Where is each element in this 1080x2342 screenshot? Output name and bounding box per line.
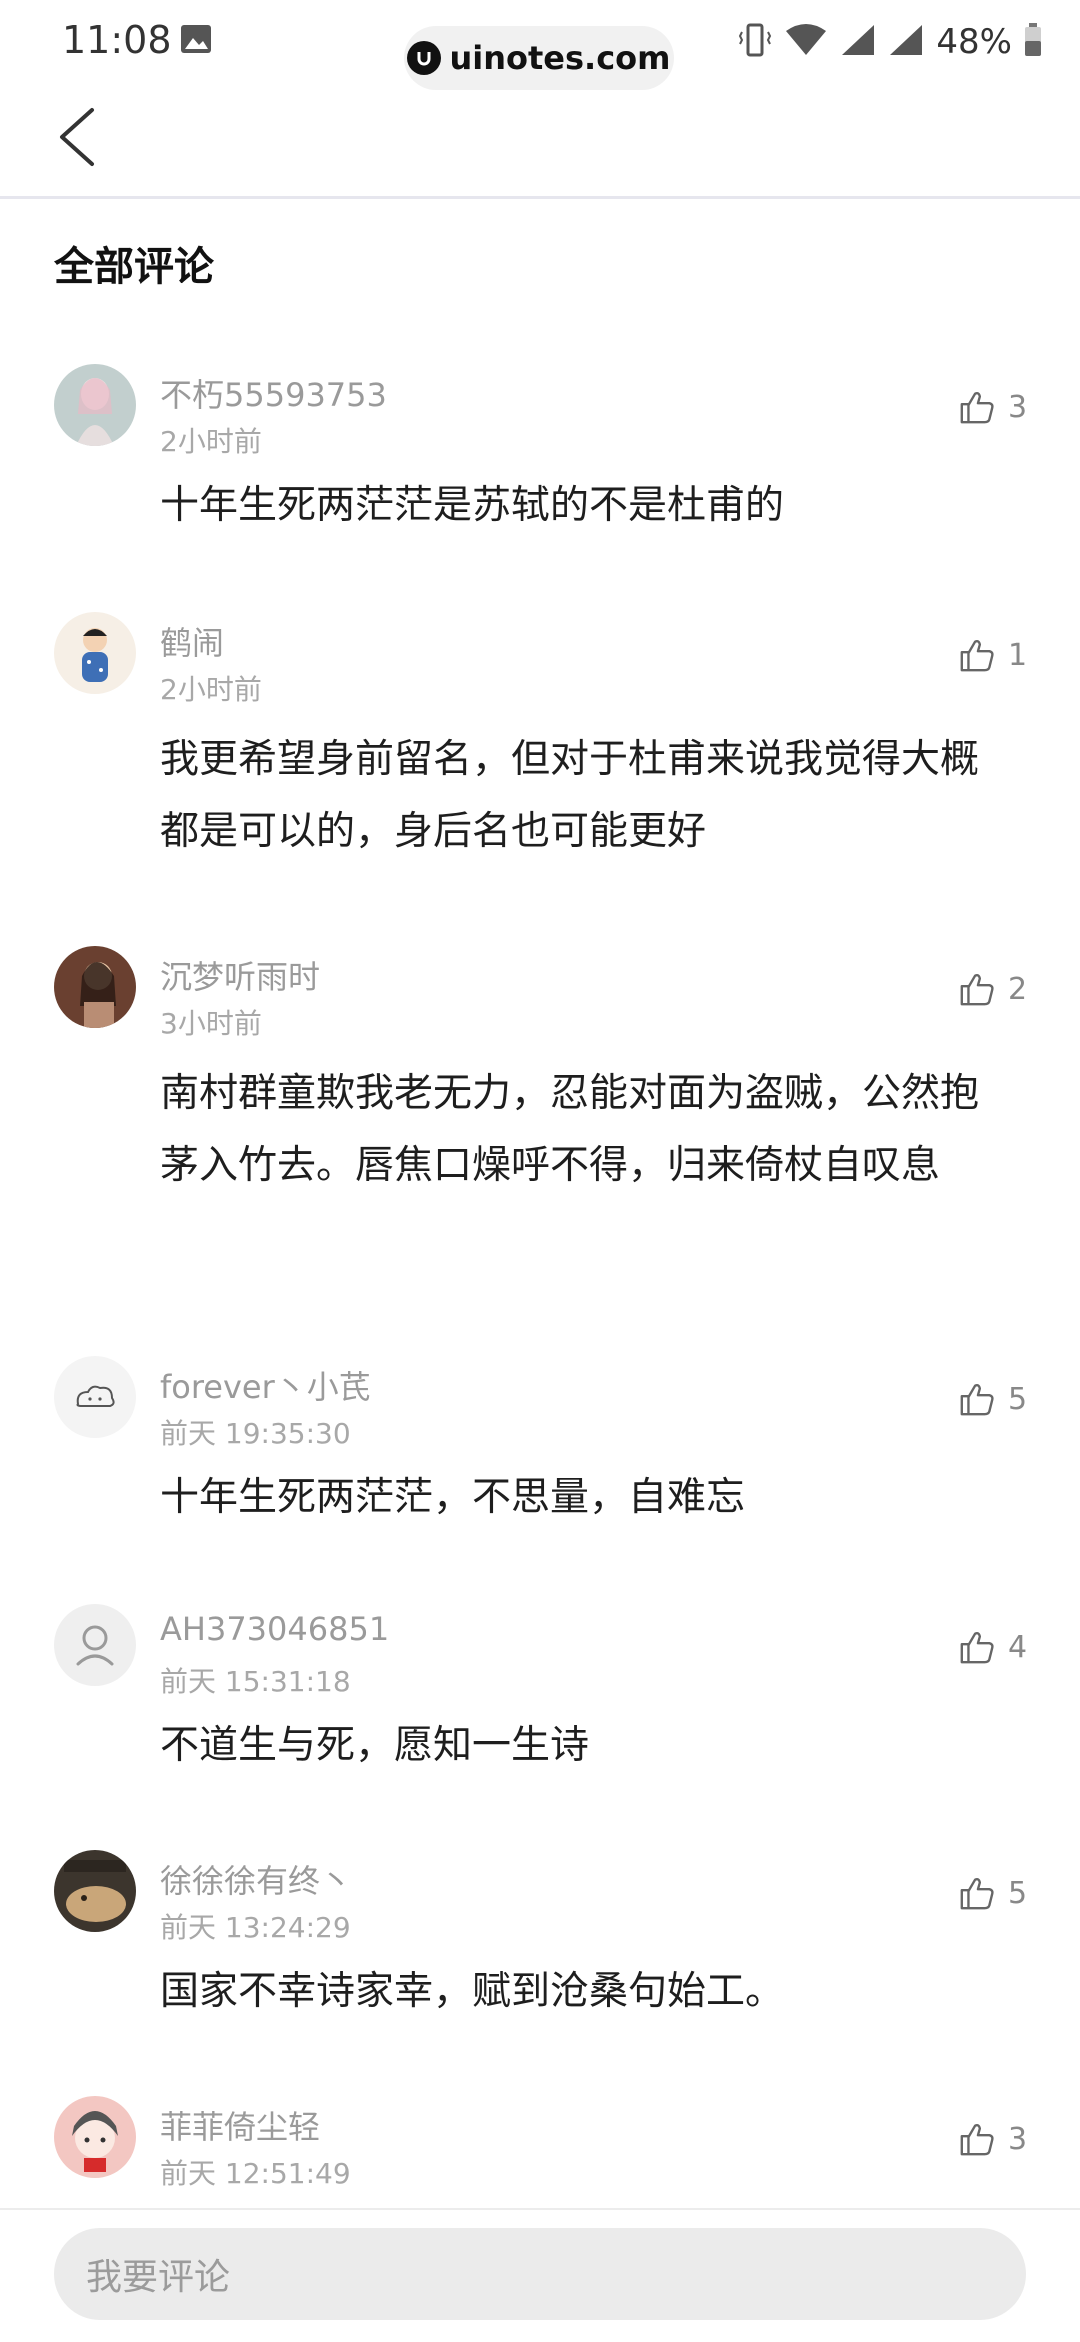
vibrate-icon: [738, 22, 772, 62]
comment-time: 2小时前: [160, 425, 262, 458]
comment-username[interactable]: 鹤闹: [160, 618, 224, 664]
like-count: 5: [1008, 1875, 1028, 1911]
nav-bar: [0, 80, 1080, 199]
like-count: 3: [1008, 2121, 1028, 2157]
like-count: 5: [1008, 1381, 1028, 1417]
status-bar: 11:08 uinotes.com 48%: [0, 0, 1080, 90]
avatar[interactable]: [54, 364, 136, 446]
wifi-icon: [784, 23, 828, 61]
like-count: 2: [1008, 971, 1028, 1007]
like-button[interactable]: 1: [958, 636, 1027, 674]
comment-text: 我更希望身前留名，但对于杜甫来说我觉得大概都是可以的，身后名也可能更好: [160, 737, 980, 854]
comment-time: 前天 13:24:29: [160, 1911, 351, 1944]
like-count: 1: [1008, 637, 1028, 673]
comment-text: 十年生死两茫茫，不思量，自难忘: [160, 1475, 746, 1520]
comment-time: 2小时前: [160, 673, 262, 706]
like-button[interactable]: 3: [958, 388, 1027, 426]
like-button[interactable]: 2: [958, 970, 1027, 1008]
comment-time: 前天 19:35:30: [160, 1417, 351, 1450]
comment-time: 3小时前: [160, 1007, 262, 1040]
battery-icon: [1024, 23, 1042, 61]
comment-text: 南村群童欺我老无力，忍能对面为盗贼，公然抱茅入竹去。唇焦口燥呼不得，归来倚杖自叹…: [160, 1071, 980, 1188]
comment-username[interactable]: 菲菲倚尘轻: [160, 2102, 320, 2148]
avatar[interactable]: [54, 2096, 136, 2178]
comment-input[interactable]: 我要评论: [54, 2228, 1026, 2320]
thumbs-up-icon: [960, 391, 994, 424]
site-logo-icon: [407, 41, 442, 75]
comment-username[interactable]: AH373046851: [160, 1610, 389, 1648]
comment-username[interactable]: 不朽55593753: [160, 370, 387, 416]
thumbs-up-icon: [960, 1877, 994, 1910]
status-icons: 48%: [738, 22, 1042, 62]
comment-time: 前天 12:51:49: [160, 2157, 351, 2190]
avatar[interactable]: [54, 946, 136, 1028]
like-count: 3: [1008, 389, 1028, 425]
gallery-icon: [180, 24, 212, 54]
comment-text: 国家不幸诗家幸，赋到沧桑句始工。: [160, 1969, 785, 2014]
comment-username[interactable]: 沉梦听雨时: [160, 952, 320, 998]
signal-icon-2: [888, 23, 924, 61]
avatar[interactable]: [54, 1604, 136, 1686]
url-text: uinotes.com: [449, 39, 671, 77]
comment-time: 前天 15:31:18: [160, 1665, 351, 1698]
like-count: 4: [1008, 1629, 1028, 1665]
thumbs-up-icon: [960, 1383, 994, 1416]
status-time: 11:08: [62, 18, 172, 62]
like-button[interactable]: 3: [958, 2120, 1027, 2158]
battery-level: 48%: [936, 22, 1012, 62]
avatar[interactable]: [54, 612, 136, 694]
comment-text: 十年生死两茫茫是苏轼的不是杜甫的: [160, 483, 785, 528]
like-button[interactable]: 5: [958, 1874, 1027, 1912]
bottom-bar: 我要评论: [0, 2208, 1080, 2342]
comment-text: 不道生与死，愿知一生诗: [160, 1723, 590, 1768]
thumbs-up-icon: [960, 2123, 994, 2156]
thumbs-up-icon: [960, 1631, 994, 1664]
avatar[interactable]: [54, 1850, 136, 1932]
section-title: 全部评论: [54, 244, 214, 290]
avatar[interactable]: [54, 1356, 136, 1438]
like-button[interactable]: 5: [958, 1380, 1027, 1418]
comment-username[interactable]: 徐徐徐有终丶: [160, 1856, 352, 1902]
comment-username[interactable]: forever丶小芪: [160, 1362, 371, 1408]
chevron-left-icon: [60, 108, 94, 166]
thumbs-up-icon: [960, 973, 994, 1006]
signal-icon: [840, 23, 876, 61]
back-button[interactable]: [52, 102, 112, 172]
thumbs-up-icon: [960, 639, 994, 672]
like-button[interactable]: 4: [958, 1628, 1027, 1666]
